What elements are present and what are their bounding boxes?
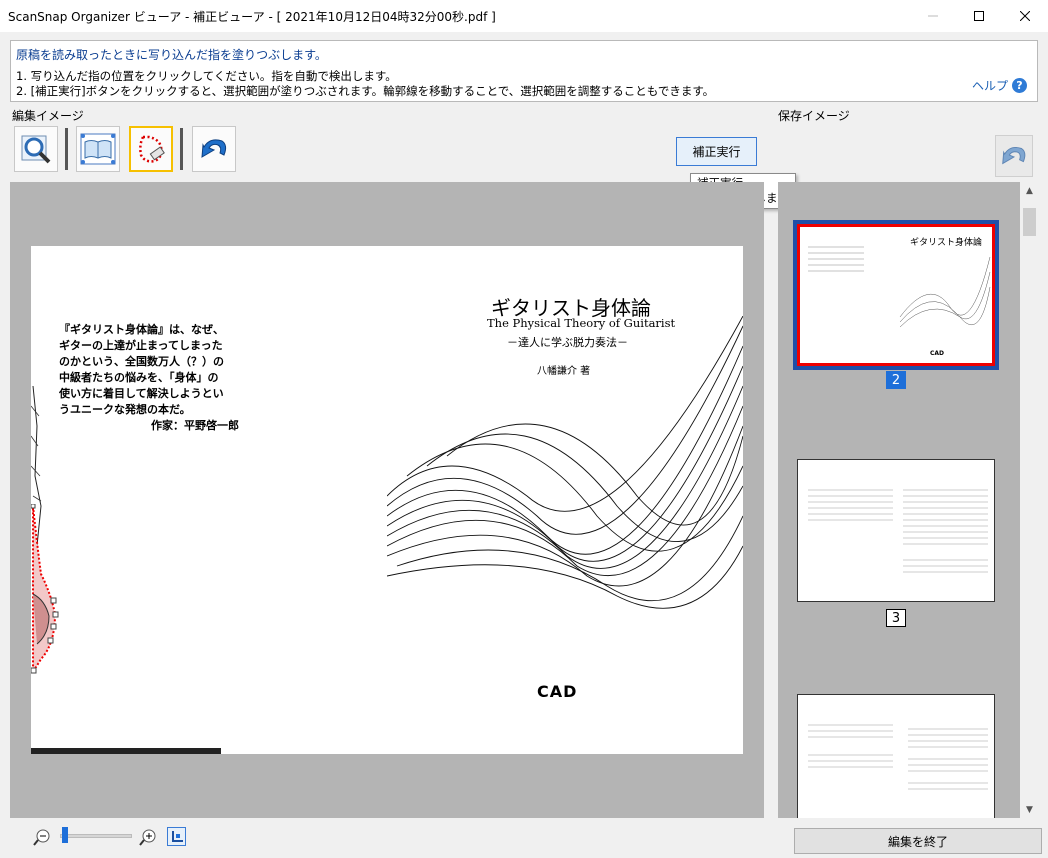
instruction-panel: 原稿を読み取ったときに写り込んだ指を塗りつぶします。 1. 写り込んだ指の位置を… — [10, 40, 1038, 102]
page-bottom-strip — [31, 748, 221, 754]
save-image-panel[interactable]: ギタリスト身体論 CAD 2 3 — [778, 182, 1020, 818]
edit-image-canvas[interactable]: 『ギタリスト身体論』は、なぜ、 ギターの上達が止まってしまった のかという、全国… — [10, 182, 764, 818]
fit-page-button[interactable] — [167, 827, 186, 846]
undo-icon — [201, 139, 227, 158]
title-bar: ScanSnap Organizer ビューア - 補正ビューア - [ 202… — [0, 0, 1048, 32]
thumbnail-page-3[interactable] — [797, 459, 995, 602]
blurb-author: 作家：平野啓一郎 — [151, 419, 239, 432]
eraser-selection-icon — [139, 135, 165, 163]
magnifier-tool-button[interactable] — [14, 126, 58, 172]
svg-text:CAD: CAD — [930, 350, 944, 357]
thumbnail-page-4[interactable] — [797, 694, 995, 818]
scroll-down-icon[interactable]: ▼ — [1021, 801, 1038, 818]
blurb-line: 使い方に着目して解決しようとい — [59, 387, 224, 400]
blurb-text: 『ギタリスト身体論』は、なぜ、 ギターの上達が止まってしまった のかという、全国… — [59, 322, 239, 434]
help-label: ヘルプ — [971, 79, 1008, 93]
save-image-label: 保存イメージ — [778, 109, 850, 123]
zoom-out-button[interactable] — [33, 828, 51, 846]
svg-text:ギタリスト身体論: ギタリスト身体論 — [910, 236, 982, 248]
thumbnail-page-2[interactable]: ギタリスト身体論 CAD — [793, 220, 999, 370]
help-icon: ? — [1012, 78, 1027, 93]
window-controls — [910, 0, 1048, 32]
document-page[interactable]: 『ギタリスト身体論』は、なぜ、 ギターの上達が止まってしまった のかという、全国… — [31, 246, 743, 754]
blurb-line: 中級者たちの悩みを、「身体」の — [59, 371, 219, 384]
blurb-line: ギターの上達が止まってしまった — [59, 339, 223, 352]
toolbar-separator — [65, 128, 68, 170]
edit-image-label: 編集イメージ — [12, 109, 84, 123]
blurb-line: のかという、全国数万人（？）の — [59, 355, 224, 368]
finger-selection-region[interactable] — [31, 504, 63, 676]
page-number-badge: 3 — [886, 609, 906, 627]
zoom-out-icon — [33, 829, 50, 846]
magnifier-icon — [21, 135, 51, 164]
instruction-headline: 原稿を読み取ったときに写り込んだ指を塗りつぶします。 — [16, 48, 327, 62]
blurb-line: うユニークな発想の本だ。 — [59, 403, 191, 416]
instruction-step-2: 2. [補正実行]ボタンをクリックすると、選択範囲が塗りつぶされます。輪郭線を移… — [16, 84, 715, 98]
scroll-thumb[interactable] — [1023, 208, 1036, 236]
undo-tool-button[interactable] — [192, 126, 236, 172]
thumbnail-preview: ギタリスト身体論 CAD — [808, 236, 991, 357]
zoom-in-button[interactable] — [139, 828, 157, 846]
wave-illustration — [387, 316, 743, 609]
blurb-line: 『ギタリスト身体論』は、なぜ、 — [59, 323, 224, 336]
document-left-page: 『ギタリスト身体論』は、なぜ、 ギターの上達が止まってしまった のかという、全国… — [31, 246, 387, 754]
thumbnail-scrollbar[interactable]: ▲ ▼ — [1021, 182, 1038, 818]
scroll-up-icon[interactable]: ▲ — [1021, 182, 1038, 199]
help-link[interactable]: ヘルプ ? — [972, 77, 1027, 94]
book-tool-button[interactable] — [76, 126, 120, 172]
window-title: ScanSnap Organizer ビューア - 補正ビューア - [ 202… — [8, 9, 496, 24]
undo-icon — [1002, 146, 1026, 165]
zoom-slider-track[interactable] — [60, 834, 132, 838]
zoom-slider-thumb[interactable] — [62, 827, 68, 843]
maximize-icon[interactable] — [956, 0, 1002, 32]
page-number-badge: 2 — [886, 371, 906, 389]
save-undo-button[interactable] — [995, 135, 1033, 177]
correction-execute-button[interactable]: 補正実行 — [676, 137, 757, 166]
close-icon[interactable] — [1002, 0, 1048, 32]
minimize-icon[interactable] — [910, 0, 956, 32]
document-right-page: ギタリスト身体論 The Physical Theory of Guitaris… — [387, 246, 743, 754]
instruction-step-1: 1. 写り込んだ指の位置をクリックしてください。指を自動で検出します。 — [16, 69, 397, 83]
book-icon — [80, 133, 116, 165]
thumbnail-preview — [808, 489, 988, 573]
finish-editing-button[interactable]: 編集を終了 — [794, 828, 1042, 854]
publisher-logo: CAD — [537, 682, 578, 701]
finger-select-tool-button[interactable] — [129, 126, 173, 172]
thumbnail-preview — [808, 724, 988, 790]
fit-page-icon — [171, 830, 183, 842]
zoom-in-icon — [139, 829, 156, 846]
toolbar-separator — [180, 128, 183, 170]
